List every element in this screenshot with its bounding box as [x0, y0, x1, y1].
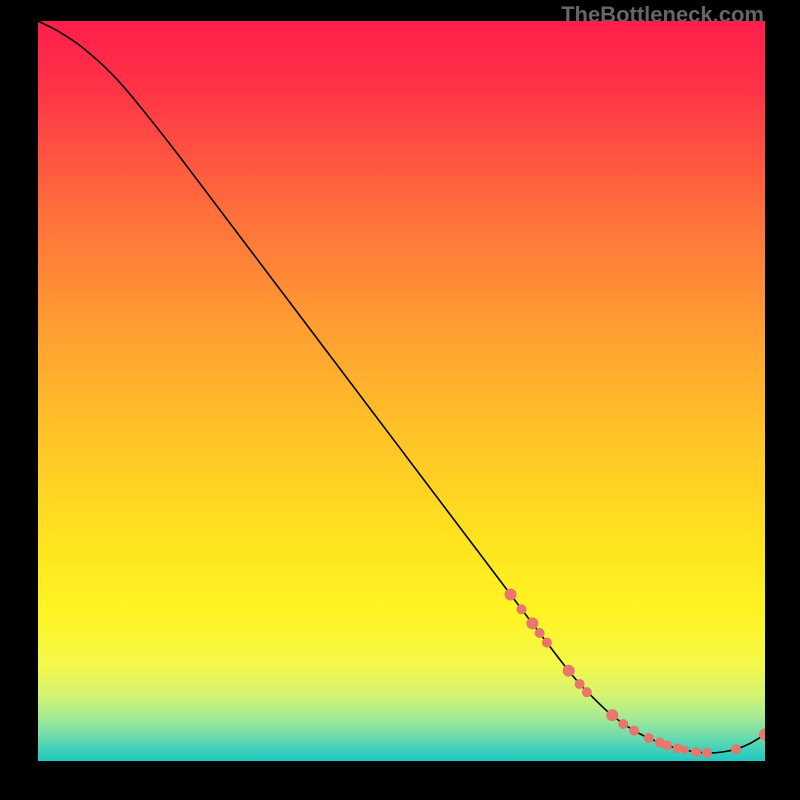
data-marker: [702, 748, 712, 758]
data-marker: [606, 709, 618, 721]
data-marker: [582, 687, 592, 697]
data-marker: [662, 740, 672, 750]
data-marker: [691, 747, 701, 757]
data-marker: [618, 719, 628, 729]
data-marker: [516, 604, 526, 614]
curve-line: [38, 21, 765, 753]
data-marker: [505, 589, 517, 601]
chart-container: TheBottleneck.com: [0, 0, 800, 800]
data-marker: [681, 746, 689, 754]
plot-area: [38, 21, 765, 761]
data-marker: [575, 679, 585, 689]
data-marker: [629, 726, 639, 736]
data-marker: [535, 628, 545, 638]
data-marker: [563, 665, 575, 677]
data-marker: [673, 743, 683, 753]
data-marker: [526, 617, 538, 629]
markers-group: [505, 589, 765, 758]
data-marker: [731, 744, 741, 754]
chart-overlay: [38, 21, 765, 761]
data-marker: [644, 733, 654, 743]
data-marker: [542, 638, 552, 648]
